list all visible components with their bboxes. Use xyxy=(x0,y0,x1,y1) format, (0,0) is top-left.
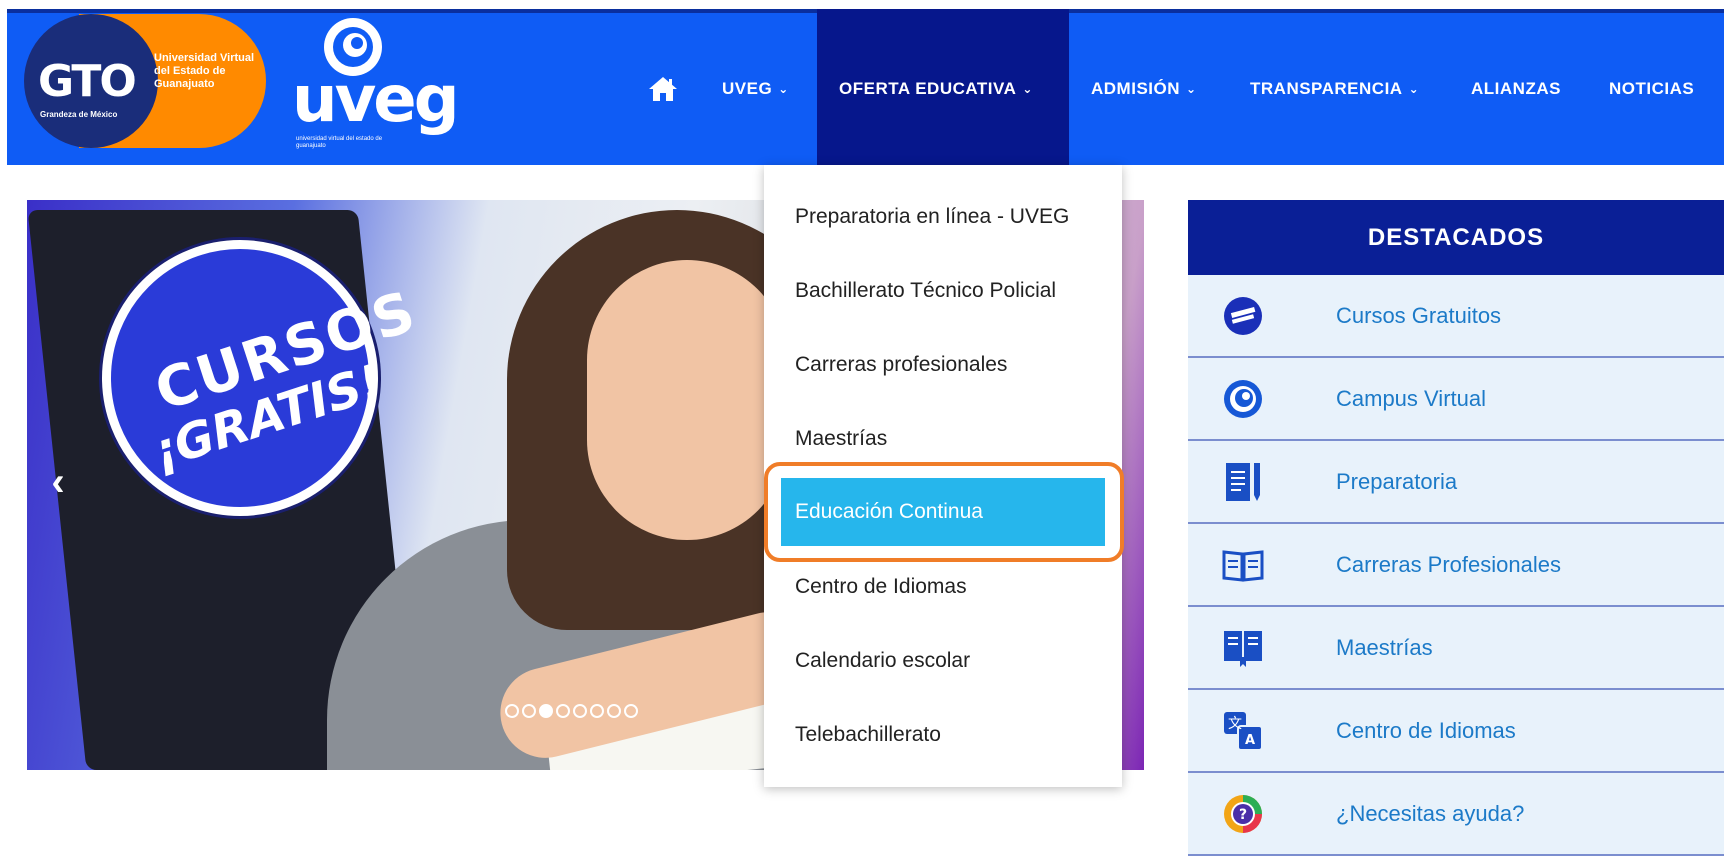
dropdown-item-carreras[interactable]: Carreras profesionales xyxy=(764,335,1122,395)
destacados-panel: DESTACADOS Cursos Gratuitos Campus Virtu… xyxy=(1188,200,1724,856)
nav-admision[interactable]: ADMISIÓN ⌄ xyxy=(1091,66,1197,112)
dropdown-item-telebachillerato[interactable]: Telebachillerato xyxy=(764,705,1122,765)
gto-logo[interactable]: GTO Grandeza de México Universidad Virtu… xyxy=(24,14,266,148)
hero-face xyxy=(587,260,787,540)
dropdown-item-bachillerato[interactable]: Bachillerato Técnico Policial xyxy=(764,261,1122,321)
chevron-down-icon: ⌄ xyxy=(1408,82,1420,96)
destacado-preparatoria[interactable]: Preparatoria xyxy=(1188,441,1724,524)
destacado-label: Cursos Gratuitos xyxy=(1336,302,1502,328)
dropdown-item-idiomas[interactable]: Centro de Idiomas xyxy=(764,557,1122,617)
chevron-down-icon: ⌄ xyxy=(1186,82,1197,96)
chevron-down-icon: ⌄ xyxy=(778,82,789,96)
svg-text:A: A xyxy=(1245,733,1255,748)
cursos-gratis-badge: CURSOS ¡GRATIS! xyxy=(102,240,424,516)
carousel-prev-button[interactable]: ‹ xyxy=(41,460,75,504)
translate-icon: 文 A xyxy=(1224,712,1263,751)
svg-text:?: ? xyxy=(1239,807,1247,823)
nav-oferta-educativa[interactable]: OFERTA EDUCATIVA ⌄ xyxy=(839,66,1033,112)
destacado-maestrias[interactable]: Maestrías xyxy=(1188,607,1724,690)
document-pen-icon xyxy=(1226,463,1260,501)
gto-logo-tagline: Grandeza de México xyxy=(40,110,118,119)
destacado-label: Centro de Idiomas xyxy=(1336,717,1516,743)
nav-admision-label: ADMISIÓN xyxy=(1091,79,1180,98)
gto-logo-text: Universidad Virtual del Estado de Guanaj… xyxy=(154,52,255,90)
nav-transparencia[interactable]: TRANSPARENCIA ⌄ xyxy=(1250,66,1419,112)
svg-text:文: 文 xyxy=(1228,716,1242,732)
carousel-dot[interactable] xyxy=(522,704,536,718)
nav-noticias[interactable]: NOTICIAS xyxy=(1609,66,1694,112)
nav-uveg[interactable]: UVEG ⌄ xyxy=(722,66,789,112)
destacado-carreras-profesionales[interactable]: Carreras Profesionales xyxy=(1188,524,1724,607)
carousel-dot[interactable] xyxy=(607,704,621,718)
uveg-logo-word: uveg xyxy=(292,63,459,137)
destacado-ayuda[interactable]: ? ¿Necesitas ayuda? xyxy=(1188,773,1724,856)
dropdown-item-preparatoria[interactable]: Preparatoria en línea - UVEG xyxy=(764,187,1122,247)
nav-alianzas[interactable]: ALIANZAS xyxy=(1471,66,1561,112)
nav-alianzas-label: ALIANZAS xyxy=(1471,79,1561,98)
cursos-badge-icon xyxy=(1224,297,1262,335)
gto-logo-word: GTO xyxy=(38,56,137,107)
dropdown-item-maestrias[interactable]: Maestrías xyxy=(764,409,1122,469)
carousel-dot[interactable] xyxy=(505,704,519,718)
carousel-dot[interactable] xyxy=(590,704,604,718)
top-border xyxy=(0,0,1724,9)
uveg-logo[interactable]: uveg universidad virtual del estado de g… xyxy=(292,16,459,149)
nav-uveg-label: UVEG xyxy=(722,79,773,98)
certificate-book-icon xyxy=(1224,631,1262,667)
destacado-cursos-gratuitos[interactable]: Cursos Gratuitos xyxy=(1188,275,1724,358)
nav-noticias-label: NOTICIAS xyxy=(1609,79,1695,98)
nav-oferta-label: OFERTA EDUCATIVA xyxy=(839,79,1017,98)
uveg-logo-icon xyxy=(1224,380,1262,418)
carousel-dot[interactable] xyxy=(556,704,570,718)
open-book-icon xyxy=(1222,550,1264,582)
destacado-centro-idiomas[interactable]: 文 A Centro de Idiomas xyxy=(1188,690,1724,773)
destacado-campus-virtual[interactable]: Campus Virtual xyxy=(1188,358,1724,441)
dropdown-item-educacion-continua[interactable]: Educación Continua xyxy=(781,478,1105,546)
destacado-label: Preparatoria xyxy=(1336,468,1458,494)
destacados-title: DESTACADOS xyxy=(1188,200,1724,275)
destacado-label: Campus Virtual xyxy=(1336,385,1486,411)
help-icon: ? xyxy=(1224,795,1262,833)
carousel-dot[interactable] xyxy=(539,704,553,718)
chevron-down-icon: ⌄ xyxy=(1022,82,1033,96)
destacado-label: Maestrías xyxy=(1336,634,1433,660)
home-icon[interactable] xyxy=(648,76,678,102)
carousel-dot[interactable] xyxy=(573,704,587,718)
dropdown-item-calendario[interactable]: Calendario escolar xyxy=(764,631,1122,691)
nav-transparencia-label: TRANSPARENCIA xyxy=(1250,79,1403,98)
destacado-label: Carreras Profesionales xyxy=(1336,551,1561,577)
uveg-logo-tagline: universidad virtual del estado de guanaj… xyxy=(296,136,383,149)
oferta-educativa-dropdown: Preparatoria en línea - UVEG Bachillerat… xyxy=(764,165,1122,787)
destacado-label: ¿Necesitas ayuda? xyxy=(1336,800,1525,826)
carousel-dot[interactable] xyxy=(624,704,638,718)
carousel-dots xyxy=(505,704,638,718)
